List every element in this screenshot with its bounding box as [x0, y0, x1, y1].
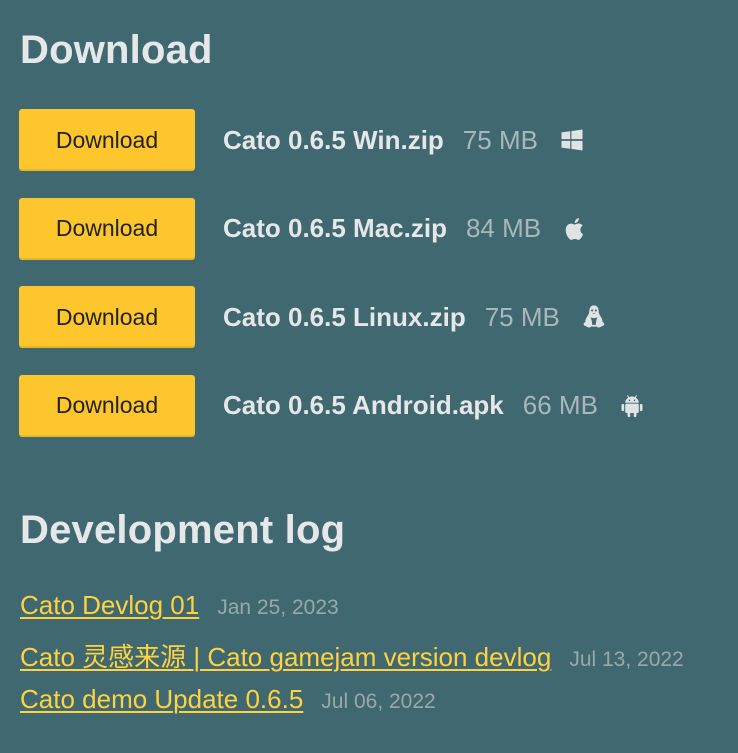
download-row-linux: Download Cato 0.6.5 Linux.zip 75 MB [19, 286, 719, 349]
download-file-name: Cato 0.6.5 Win.zip [223, 124, 444, 155]
download-row-mac: Download Cato 0.6.5 Mac.zip 84 MB [19, 197, 719, 260]
devlog-item: Cato 灵感来源 | Cato gamejam version devlog … [20, 637, 730, 684]
download-row-android: Download Cato 0.6.5 Android.apk 66 MB [19, 374, 719, 437]
devlog-date: Jul 13, 2022 [569, 648, 684, 671]
download-file-size: 66 MB [522, 390, 598, 421]
devlog-item: Cato demo Update 0.6.5 Jul 06, 2022 [20, 684, 730, 731]
download-file-name: Cato 0.6.5 Android.apk [223, 390, 504, 421]
devlog-link[interactable]: Cato Devlog 01 [20, 590, 199, 621]
devlog-item: Cato Devlog 01 Jan 25, 2023 [20, 590, 730, 637]
downloads-page: Download Download Cato 0.6.5 Win.zip 75 … [0, 0, 738, 753]
android-icon [618, 392, 646, 420]
devlog-date: Jul 06, 2022 [321, 690, 436, 713]
download-file-size: 75 MB [484, 301, 560, 332]
download-heading: Download [20, 28, 213, 72]
download-row-win: Download Cato 0.6.5 Win.zip 75 MB [19, 109, 719, 171]
download-list: Download Cato 0.6.5 Win.zip 75 MB Downlo… [19, 109, 719, 463]
download-file-name: Cato 0.6.5 Linux.zip [223, 301, 466, 332]
download-file-name: Cato 0.6.5 Mac.zip [223, 213, 447, 244]
devlog-link[interactable]: Cato demo Update 0.6.5 [20, 684, 303, 715]
download-button-mac[interactable]: Download [19, 197, 195, 260]
download-button-android[interactable]: Download [19, 374, 195, 437]
devlog-date: Jan 25, 2023 [217, 596, 339, 619]
devlog-link[interactable]: Cato 灵感来源 | Cato gamejam version devlog [20, 637, 551, 674]
apple-icon [561, 215, 589, 243]
linux-icon [580, 303, 608, 331]
download-button-linux[interactable]: Download [19, 286, 195, 349]
windows-icon [558, 126, 586, 154]
devlog-heading: Development log [20, 508, 346, 552]
devlog-list: Cato Devlog 01 Jan 25, 2023 Cato 灵感来源 | … [20, 590, 730, 731]
download-file-size: 75 MB [462, 124, 538, 155]
download-button-win[interactable]: Download [19, 109, 195, 171]
download-file-size: 84 MB [465, 213, 542, 244]
